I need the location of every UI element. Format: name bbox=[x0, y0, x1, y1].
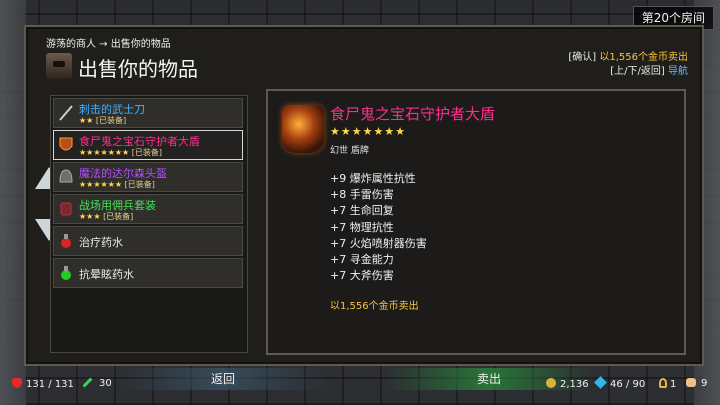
shield-icon bbox=[59, 137, 73, 151]
detail-item-stars: ★★★★★★★ bbox=[330, 125, 407, 138]
stat-line: +7 大斧伤害 bbox=[330, 269, 394, 283]
inventory-list: 刺击的武士刀 ★★ [已装备] 食尸鬼之宝石守护者大盾 ★★★★★★★ [已装备… bbox=[50, 95, 248, 353]
merchant-sell-panel: 游荡的商人 → 出售你的物品 出售你的物品 [确认] 以1,556个金币卖出 [… bbox=[24, 25, 704, 366]
keys-value: 1 bbox=[670, 379, 677, 390]
equipped-tag: [已装备] bbox=[103, 212, 134, 221]
gems-value: 46 / 90 bbox=[610, 379, 646, 390]
list-item-katana[interactable]: 刺击的武士刀 ★★ [已装备] bbox=[53, 98, 243, 128]
stat-line: +7 生命回复 bbox=[330, 204, 394, 218]
navigate-key-label: [上/下/返回] bbox=[610, 66, 665, 77]
pets-value: 9 bbox=[701, 378, 708, 389]
sword-icon bbox=[59, 105, 73, 121]
controls-hint: [确认] 以1,556个金币卖出 [上/下/返回] 导航 bbox=[568, 51, 688, 79]
gold-readout: 2,136 bbox=[546, 378, 589, 390]
key-icon bbox=[659, 378, 667, 388]
breadcrumb: 游荡的商人 → 出售你的物品 bbox=[46, 39, 171, 50]
confirm-key-label: [确认] bbox=[568, 52, 597, 63]
item-name: 抗晕眩药水 bbox=[79, 268, 134, 281]
left-wall bbox=[0, 0, 26, 405]
keys-readout: 1 bbox=[659, 378, 676, 390]
equipped-tag: [已装备] bbox=[124, 180, 155, 189]
item-stars: ★★★★★★★ bbox=[79, 148, 130, 157]
stat-line: +7 物理抗性 bbox=[330, 220, 394, 234]
list-item-shield[interactable]: 食尸鬼之宝石守护者大盾 ★★★★★★★ [已装备] bbox=[53, 130, 243, 160]
coin-icon bbox=[546, 378, 556, 388]
equipped-tag: [已装备] bbox=[95, 116, 127, 125]
list-item-healing-potion[interactable]: 治疗药水 bbox=[53, 226, 243, 256]
list-item-anti-stun-potion[interactable]: 抗晕眩药水 bbox=[53, 258, 243, 288]
item-detail-panel: 食尸鬼之宝石守护者大盾 ★★★★★★★ 幻世 盾牌 +9 爆炸属性抗性 +8 手… bbox=[266, 89, 686, 355]
green-potion-icon bbox=[61, 266, 71, 280]
bottom-bar: 返回 卖出 131 / 131 30 2,136 46 / 90 1 9 bbox=[0, 364, 720, 405]
red-potion-icon bbox=[61, 234, 71, 248]
item-stars: ★★ bbox=[79, 116, 94, 125]
detail-item-name: 食尸鬼之宝石守护者大盾 bbox=[330, 105, 496, 123]
navigate-action-text: 导航 bbox=[668, 66, 688, 77]
gems-readout: 46 / 90 bbox=[594, 376, 646, 390]
confirm-action-text: 以1,556个金币卖出 bbox=[599, 52, 688, 63]
stat-line: +7 寻金能力 bbox=[330, 253, 394, 267]
stat-line: +9 爆炸属性抗性 bbox=[330, 172, 416, 185]
sell-price-text: 以1,556个金币卖出 bbox=[330, 301, 419, 312]
detail-stats-list: +9 爆炸属性抗性 +8 手雷伤害 +7 生命回复 +7 物理抗性 +7 火焰喷… bbox=[330, 171, 427, 284]
attack-value: 30 bbox=[99, 378, 112, 389]
stat-line: +8 手雷伤害 bbox=[330, 188, 394, 202]
pets-readout: 9 bbox=[686, 378, 707, 389]
item-name: 治疗药水 bbox=[79, 236, 123, 249]
sword-icon bbox=[82, 377, 93, 388]
hp-readout: 131 / 131 bbox=[12, 378, 74, 390]
armor-icon bbox=[60, 202, 72, 216]
helmet-icon bbox=[59, 169, 73, 183]
cat-icon bbox=[686, 378, 696, 387]
list-item-helmet[interactable]: 魔法的达尔森头盔 ★★★★★★ [已装备] bbox=[53, 162, 243, 192]
stat-line: +7 火焰喷射器伤害 bbox=[330, 236, 427, 250]
page-title: 出售你的物品 bbox=[78, 57, 198, 81]
list-item-armor[interactable]: 战场用佣兵套装 ★★★ [已装备] bbox=[53, 194, 243, 224]
merchant-avatar-icon bbox=[46, 53, 72, 79]
attack-readout: 30 bbox=[82, 377, 112, 389]
item-stars: ★★★★★★ bbox=[79, 180, 123, 189]
hp-value: 131 / 131 bbox=[26, 379, 74, 390]
back-button[interactable]: 返回 bbox=[120, 368, 326, 390]
gold-value: 2,136 bbox=[560, 379, 589, 390]
equipped-tag: [已装备] bbox=[131, 148, 162, 157]
gem-icon bbox=[594, 376, 607, 389]
shield-icon bbox=[282, 105, 324, 153]
detail-item-type: 幻世 盾牌 bbox=[330, 146, 369, 156]
item-stars: ★★★ bbox=[79, 212, 101, 221]
heart-icon bbox=[12, 378, 22, 388]
